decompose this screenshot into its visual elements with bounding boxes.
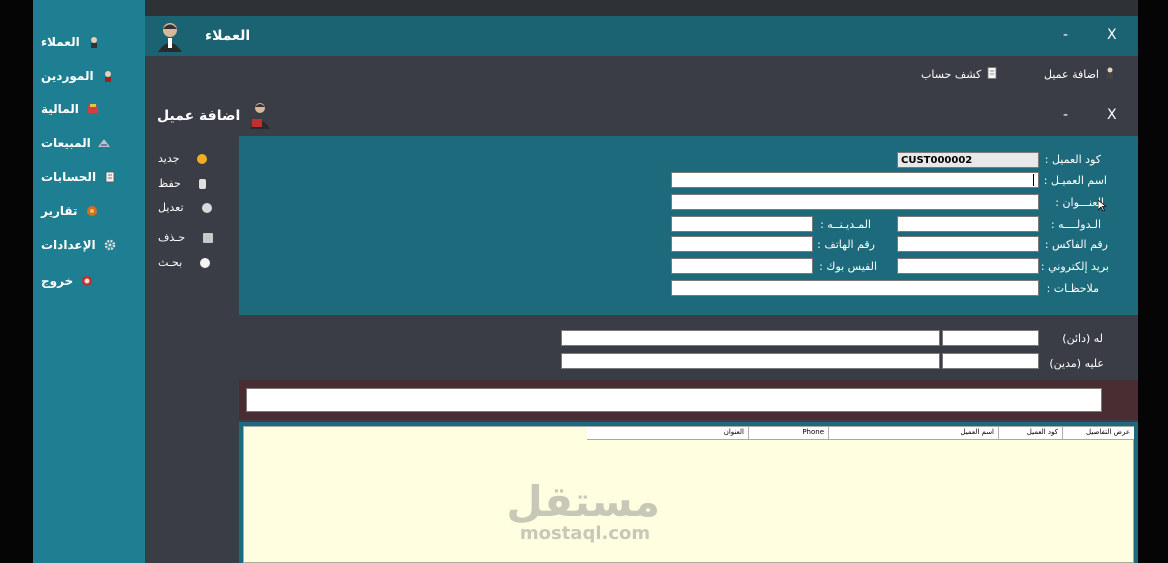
debit-label: عليه (مدين) — [1049, 357, 1104, 370]
search-button[interactable]: بحـث — [158, 256, 211, 269]
window-title: اضافة عميل — [157, 108, 241, 124]
sidebar-item-suppliers[interactable]: الموردين — [41, 65, 141, 87]
sales-icon — [97, 137, 111, 149]
debit-text-field[interactable] — [561, 353, 940, 369]
notes-field[interactable] — [671, 280, 1039, 296]
new-button[interactable]: جديد — [158, 152, 208, 165]
phone-field[interactable] — [671, 236, 813, 252]
delete-button[interactable]: حـذف — [158, 231, 214, 244]
add-customer-button[interactable]: اضافة عميل — [1044, 67, 1115, 82]
fax-label: رقم الفاكس : — [1044, 238, 1108, 251]
account-statement-label: كشف حساب — [921, 68, 982, 81]
facebook-field[interactable] — [671, 258, 813, 274]
reports-icon — [86, 205, 98, 217]
column-header[interactable]: اسم العميل — [828, 427, 998, 439]
accounts-icon — [104, 171, 116, 183]
phone-label: رقم الهاتف : — [817, 238, 875, 251]
search-label: بحـث — [158, 256, 183, 269]
delete-label: حـذف — [158, 231, 186, 244]
right-black-border — [1138, 0, 1168, 563]
customer-search-input[interactable] — [246, 388, 1102, 412]
credit-label: له (دائن) — [1062, 332, 1103, 345]
document-icon — [987, 67, 997, 82]
city-label: المـديـنــه : — [820, 218, 871, 231]
account-statement-button[interactable]: كشف حساب — [921, 67, 997, 82]
supplier-icon — [102, 70, 114, 82]
close-button[interactable]: X — [1107, 107, 1117, 123]
delete-icon — [203, 232, 214, 243]
finance-icon — [87, 103, 99, 115]
sidebar-item-accounts[interactable]: الحسابات — [41, 166, 141, 188]
sidebar-item-sales[interactable]: المبيعات — [41, 132, 141, 154]
sidebar-item-reports[interactable]: تقارير — [41, 200, 141, 222]
sidebar-item-label: خروج — [41, 274, 74, 288]
email-field[interactable] — [897, 258, 1039, 274]
address-field[interactable] — [671, 194, 1039, 210]
facebook-label: الفيس بوك : — [819, 260, 877, 273]
customer-name-label: اسم العميـل : — [1043, 174, 1107, 187]
column-header[interactable]: Phone — [748, 427, 828, 439]
save-icon — [198, 178, 206, 189]
minimize-button[interactable]: - — [1063, 107, 1068, 123]
window-title: العملاء — [205, 28, 251, 44]
sidebar-item-label: العملاء — [41, 35, 80, 49]
sidebar: العملاء الموردين المالية المبيعات الحساب… — [33, 0, 145, 563]
toolbar: اضافة عميل كشف حساب — [145, 56, 1138, 96]
sidebar-item-settings[interactable]: الإعدادات — [41, 234, 141, 256]
sidebar-item-label: الحسابات — [41, 170, 97, 184]
address-label: العنـــوان : — [1055, 196, 1104, 209]
mouse-pointer-icon — [1097, 197, 1108, 216]
city-field[interactable] — [671, 216, 813, 232]
column-header[interactable]: العنوان — [587, 427, 748, 439]
customer-name-field[interactable] — [671, 172, 1039, 188]
watermark-arabic: مستقل — [506, 477, 660, 526]
sidebar-item-label: الموردين — [41, 69, 94, 83]
fax-field[interactable] — [897, 236, 1039, 252]
customer-code-field[interactable] — [897, 152, 1039, 168]
text-cursor — [1033, 174, 1034, 186]
country-label: الـدولــــه : — [1050, 218, 1101, 231]
exit-icon — [81, 275, 93, 287]
sidebar-item-exit[interactable]: خروج — [41, 270, 141, 292]
left-black-border — [0, 0, 33, 563]
edit-button[interactable]: تعديل — [158, 201, 212, 214]
email-label: بريد إلكتروني : — [1040, 260, 1109, 273]
add-customer-icon — [248, 101, 272, 133]
grid-header: عرض التفاصيل كود العميل اسم العميل Phone… — [587, 427, 1134, 440]
person-icon — [88, 36, 100, 48]
top-strip — [145, 0, 1138, 16]
save-button[interactable]: حفظ — [158, 177, 206, 190]
sidebar-item-label: الإعدادات — [41, 238, 96, 252]
close-button[interactable]: X — [1107, 27, 1117, 43]
customers-grid[interactable] — [243, 426, 1134, 563]
credit-text-field[interactable] — [561, 330, 940, 346]
credit-amount-field[interactable] — [942, 330, 1039, 346]
search-icon — [200, 257, 211, 268]
minimize-button[interactable]: - — [1063, 27, 1068, 43]
watermark-latin: mostaql.com — [519, 523, 651, 544]
sidebar-item-finance[interactable]: المالية — [41, 98, 141, 120]
edit-icon — [201, 202, 212, 213]
sidebar-item-customers[interactable]: العملاء — [41, 31, 141, 53]
notes-label: ملاحظـات : — [1046, 282, 1099, 295]
add-customer-label: اضافة عميل — [1044, 68, 1099, 81]
sidebar-item-label: المالية — [41, 102, 79, 116]
add-user-icon — [1105, 67, 1115, 82]
new-label: جديد — [158, 152, 180, 165]
new-icon — [197, 153, 208, 164]
sidebar-item-label: تقارير — [41, 204, 78, 218]
column-header[interactable]: كود العميل — [998, 427, 1062, 439]
country-field[interactable] — [897, 216, 1039, 232]
add-customer-titlebar: اضافة عميل - X — [145, 96, 1138, 136]
customer-avatar-icon — [155, 20, 185, 56]
edit-label: تعديل — [158, 201, 184, 214]
debit-amount-field[interactable] — [942, 353, 1039, 369]
watermark: مستقل mostaql.com — [506, 477, 660, 544]
gear-icon — [104, 239, 116, 251]
save-label: حفظ — [158, 177, 181, 190]
column-header[interactable]: عرض التفاصيل — [1062, 427, 1134, 439]
customer-code-label: كود العميل : — [1044, 153, 1101, 166]
sidebar-item-label: المبيعات — [41, 136, 91, 150]
customers-titlebar: العملاء - X — [145, 16, 1138, 56]
